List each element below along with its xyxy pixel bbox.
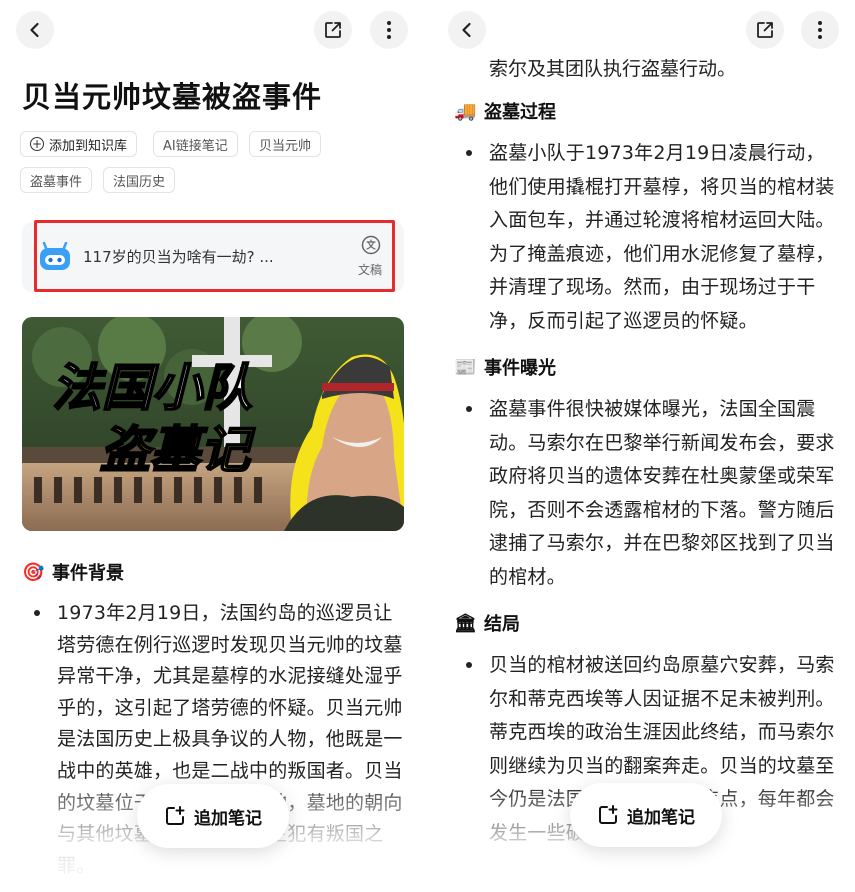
back-button[interactable] [16,11,54,49]
bullet-text-line: 并清理了现场。然而，由于现场过于干 [489,276,816,299]
chevron-left-icon [462,22,471,38]
section-title: 结局 [484,614,520,635]
section-heading: 📰 事件曝光 [454,354,556,380]
add-to-knowledge-base-button[interactable]: + 添加到知识库 [20,131,138,157]
section-title: 盗墓过程 [484,102,556,123]
bullet-text-line: 1973年2月19日，法国约岛的巡逻员让 [57,602,393,624]
section-title: 事件背景 [52,563,124,584]
plus-circle-icon: + [30,137,44,151]
bullet-text-line: 塔劳德在例行巡逻时发现贝当元帅的坟墓 [57,633,403,656]
bullet-dot [466,150,472,156]
target-icon: 🎯 [22,561,45,583]
bullet-text-line: 贝当的棺材被送回约岛原墓穴安葬，马索 [489,654,835,676]
tag-ai-link[interactable]: AI链接笔记 [153,131,238,157]
bullet-text-line: 罪。 [57,854,96,877]
thumbnail-image: 法国小队 盗墓记 [22,317,404,531]
bullet-text-line: 蒂克西埃的政治生涯因此终结，而马索尔 [489,721,835,744]
bullet-text-line: 战中的英雄，也是二战中的叛国者。贝当 [57,760,403,782]
bullet-text-line: 入面包车，并通过轮渡将棺材运回大陆。 [489,209,835,232]
share-button[interactable] [746,11,784,49]
tag-history[interactable]: 法国历史 [103,167,176,193]
bullet-dot [466,406,472,412]
bullet-text-line: 的棺材。 [489,566,566,588]
tag-label: 添加到知识库 [49,138,128,154]
bullet-text-line: 异常干净，尤其是墓椁的水泥接缝处湿乎 [57,665,403,688]
section-title: 事件曝光 [484,358,556,379]
highlight-box [34,220,395,292]
more-button[interactable] [801,11,839,49]
more-vertical-icon [818,21,822,39]
bullet-text-line: 尔和蒂克西埃等人因证据不足未被判刑。 [489,687,835,710]
bullet-text-line: 是法国历史上极具争议的人物，他既是一 [57,728,403,751]
add-note-button[interactable]: 追加笔记 [570,783,722,847]
bullet-text-line: 乎的，这引起了塔劳德的怀疑。贝当元帅 [57,696,403,719]
section-heading: 🚚 盗墓过程 [454,98,556,124]
bullet-text-line: 盗墓小队于1973年2月19日凌晨行动， [489,142,825,164]
bullet-text-line: 他们使用撬棍打开墓椁，将贝当的棺材装 [489,175,835,198]
add-note-label: 追加笔记 [627,807,695,828]
add-note-button[interactable]: 追加笔记 [137,784,289,848]
classical-building-icon: 🏛 [454,612,477,634]
left-panel: 贝当元帅坟墓被盗事件 + 添加到知识库 AI链接笔记 贝当元帅 盗墓事件 法国历… [0,0,427,892]
note-plus-icon [599,805,618,824]
bullet-text-line: 盗墓事件很快被媒体曝光，法国全国震 [489,398,816,420]
truck-icon: 🚚 [454,100,477,122]
add-note-label: 追加笔记 [194,808,262,829]
thumb-title-line1: 法国小队 [52,359,252,417]
more-vertical-icon [387,21,391,39]
external-link-icon [757,22,773,38]
external-link-icon [325,22,341,38]
bullet-text-line: 逮捕了马索尔，并在巴黎郊区找到了贝当 [489,532,835,555]
chevron-left-icon [30,22,39,38]
tag-person[interactable]: 贝当元帅 [249,131,322,157]
bullet-text-line: 净，反而引起了巡逻员的怀疑。 [489,310,758,332]
thumb-title-line2: 盗墓记 [100,421,256,479]
page-title: 贝当元帅坟墓被盗事件 [22,80,323,114]
partial-top-line: 索尔及其团队执行盗墓行动。 [489,58,737,80]
bullet-dot [34,610,40,616]
back-button[interactable] [448,11,486,49]
more-button[interactable] [370,11,408,49]
section-heading: 🎯 事件背景 [22,559,124,585]
bullet-text-line: 院，否则不会透露棺材的下落。警方随后 [489,498,835,521]
share-button[interactable] [314,11,352,49]
bullet-text-line: 则继续为贝当的翻案奔走。贝当的坟墓至 [489,754,835,777]
bullet-text-line: 为了掩盖痕迹，他们用水泥修复了墓椁， [489,242,835,265]
ai-summary-card[interactable]: 117岁的贝当为啥有一劫? ... 文稿 [22,220,404,292]
video-thumbnail[interactable]: 法国小队 盗墓记 [22,317,404,531]
note-plus-icon [166,806,185,825]
newspaper-icon: 📰 [454,356,477,378]
bullet-dot [466,662,472,668]
right-panel: 索尔及其团队执行盗墓行动。 🚚 盗墓过程 盗墓小队于1973年2月19日凌晨行动… [428,0,855,892]
tag-event[interactable]: 盗墓事件 [20,167,93,193]
bullet-text-line: 政府将贝当的遗体安葬在杜奥蒙堡或荣军 [489,465,835,488]
bullet-text-line: 动。马索尔在巴黎举行新闻发布会，要求 [489,431,835,454]
section-heading: 🏛 结局 [454,610,520,636]
